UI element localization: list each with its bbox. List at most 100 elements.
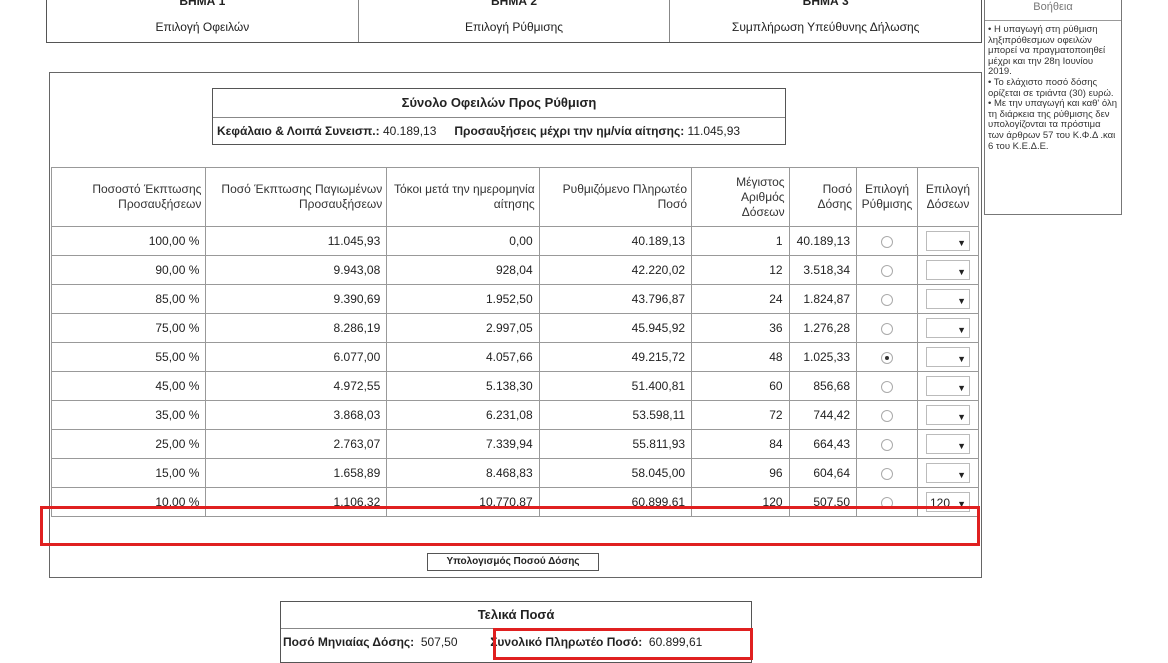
installments-select-cell: ▼ [916, 313, 980, 343]
discount-pct-cell: 85,00 % [50, 284, 207, 314]
plan-radio[interactable] [881, 235, 893, 248]
installments-dropdown-value: 120 [929, 496, 951, 510]
max-installments-cell: 48 [691, 342, 790, 372]
table-row: 100,00 % 11.045,93 0,00 40.189,13 1 40.189,13… [50, 226, 980, 256]
installments-dropdown[interactable]: ▼ [925, 289, 970, 309]
discount-pct-cell: 90,00 % [50, 255, 207, 285]
plan-radio[interactable] [881, 293, 893, 306]
plan-radio[interactable] [881, 409, 893, 422]
header-payable: Ρυθμιζόμενο Πληρωτέο Ποσό [538, 167, 693, 227]
installments-dropdown[interactable]: ▼ [925, 318, 970, 338]
interest-cell: 10.770,87 [386, 487, 540, 517]
plan-select-cell [856, 255, 918, 285]
final-amounts: Τελικά Ποσά Ποσό Μηνιαίας Δόσης: 507,50 … [280, 601, 752, 663]
max-installments-cell: 72 [691, 400, 790, 430]
table-row: 35,00 % 3.868,03 6.231,08 53.598,11 72 744,42… [50, 400, 980, 430]
debt-summary: Σύνολο Οφειλών Προς Ρύθμιση Κεφάλαιο & Λ… [212, 88, 786, 145]
final-title: Τελικά Ποσά [281, 602, 751, 629]
help-line: • Η υπαγωγή στη ρύθμιση ληξιπρόθεσμων οφ… [988, 24, 1106, 78]
chevron-down-icon: ▼ [957, 470, 966, 480]
discount-pct-cell: 75,00 % [50, 313, 207, 343]
installment-cell: 40.189,13 [788, 226, 858, 256]
installments-select-cell: ▼ [916, 400, 980, 430]
chevron-down-icon: ▼ [957, 412, 966, 422]
installments-select-cell: 120 ▼ [916, 487, 980, 517]
plan-radio[interactable] [881, 380, 893, 393]
capital-label: Κεφάλαιο & Λοιπά Συνεισπ.: [217, 124, 380, 138]
table-row: 45,00 % 4.972,55 5.138,30 51.400,81 60 856,68… [50, 371, 980, 401]
installments-dropdown[interactable]: ▼ [925, 347, 970, 367]
step-2[interactable]: ΒΗΜΑ 2 Επιλογή Ρύθμισης [359, 0, 671, 42]
monthly-value: 507,50 [420, 635, 458, 649]
step-1[interactable]: ΒΗΜΑ 1 Επιλογή Οφειλών [47, 0, 359, 42]
max-installments-cell: 120 [691, 487, 790, 517]
help-line: • Με την υπαγωγή και καθ' όλη τη διάρκει… [988, 98, 1118, 152]
plan-select-cell [856, 400, 918, 430]
installment-cell: 1.276,28 [788, 313, 858, 343]
discount-amount-cell: 6.077,00 [205, 342, 388, 372]
header-select-plan: Επιλογή Ρύθμισης [856, 167, 918, 227]
plan-radio[interactable] [881, 322, 893, 335]
payable-cell: 45.945,92 [538, 313, 693, 343]
plan-radio[interactable] [881, 438, 893, 451]
installments-select-cell: ▼ [916, 226, 980, 256]
plan-select-cell [856, 284, 918, 314]
discount-amount-cell: 1.106,32 [205, 487, 388, 517]
help-title: Βοήθεια [1033, 1, 1073, 13]
payable-cell: 58.045,00 [538, 458, 693, 488]
chevron-down-icon: ▼ [957, 499, 966, 509]
max-installments-cell: 1 [691, 226, 790, 256]
step-3-title: ΒΗΜΑ 3 [802, 0, 849, 8]
chevron-down-icon: ▼ [957, 383, 966, 393]
calculate-installment-button[interactable]: Υπολογισμός Ποσού Δόσης [427, 553, 599, 571]
plan-radio[interactable] [881, 351, 893, 364]
payable-cell: 53.598,11 [538, 400, 693, 430]
chevron-down-icon: ▼ [957, 267, 966, 277]
surcharge-label: Προσαυξήσεις μέχρι την ημ/νία αίτησης: [454, 124, 685, 138]
plan-radio[interactable] [881, 467, 893, 480]
installment-cell: 664,43 [788, 429, 858, 459]
step-1-title: ΒΗΜΑ 1 [179, 0, 226, 8]
max-installments-cell: 84 [691, 429, 790, 459]
installments-dropdown[interactable]: 120 ▼ [925, 492, 970, 512]
step-3-label: Συμπλήρωση Υπεύθυνης Δήλωσης [731, 20, 920, 34]
installment-cell: 604,64 [788, 458, 858, 488]
total-label: Συνολικό Πληρωτέο Ποσό: [490, 635, 643, 649]
discount-amount-cell: 11.045,93 [205, 226, 388, 256]
installment-cell: 3.518,34 [788, 255, 858, 285]
max-installments-cell: 24 [691, 284, 790, 314]
interest-cell: 6.231,08 [386, 400, 540, 430]
discount-pct-cell: 25,00 % [50, 429, 207, 459]
installments-dropdown[interactable]: ▼ [925, 376, 970, 396]
header-max-installments: Μέγιστος Αριθμός Δόσεων [691, 167, 790, 227]
payable-cell: 40.189,13 [538, 226, 693, 256]
discount-amount-cell: 9.943,08 [205, 255, 388, 285]
discount-pct-cell: 35,00 % [50, 400, 207, 430]
surcharge-value: 11.045,93 [687, 124, 741, 138]
interest-cell: 5.138,30 [386, 371, 540, 401]
help-body: • Η υπαγωγή στη ρύθμιση ληξιπρόθεσμων οφ… [985, 20, 1121, 154]
discount-pct-cell: 45,00 % [50, 371, 207, 401]
installments-dropdown[interactable]: ▼ [925, 260, 970, 280]
interest-cell: 2.997,05 [386, 313, 540, 343]
max-installments-cell: 96 [691, 458, 790, 488]
installments-dropdown[interactable]: ▼ [925, 231, 970, 251]
installment-cell: 1.025,33 [788, 342, 858, 372]
header-select-installments: Επιλογή Δόσεων [916, 167, 980, 227]
installments-select-cell: ▼ [916, 429, 980, 459]
step-3[interactable]: ΒΗΜΑ 3 Συμπλήρωση Υπεύθυνης Δήλωσης [670, 0, 981, 42]
payable-cell: 60.899,61 [538, 487, 693, 517]
plan-radio[interactable] [881, 496, 893, 509]
installments-dropdown[interactable]: ▼ [925, 405, 970, 425]
installments-select-cell: ▼ [916, 284, 980, 314]
table-row: 10,00 % 1.106,32 10.770,87 60.899,61 120 507,… [50, 487, 980, 517]
header-installment: Ποσό Δόσης [788, 167, 858, 227]
plan-select-cell [856, 429, 918, 459]
discount-amount-cell: 3.868,03 [205, 400, 388, 430]
header-discount-amount: Ποσό Έκπτωσης Παγιωμένων Προσαυξήσεων [205, 167, 388, 227]
installments-dropdown[interactable]: ▼ [925, 434, 970, 454]
installments-dropdown[interactable]: ▼ [925, 463, 970, 483]
plan-radio[interactable] [881, 264, 893, 277]
chevron-down-icon: ▼ [957, 441, 966, 451]
step-2-label: Επιλογή Ρύθμισης [464, 20, 564, 34]
